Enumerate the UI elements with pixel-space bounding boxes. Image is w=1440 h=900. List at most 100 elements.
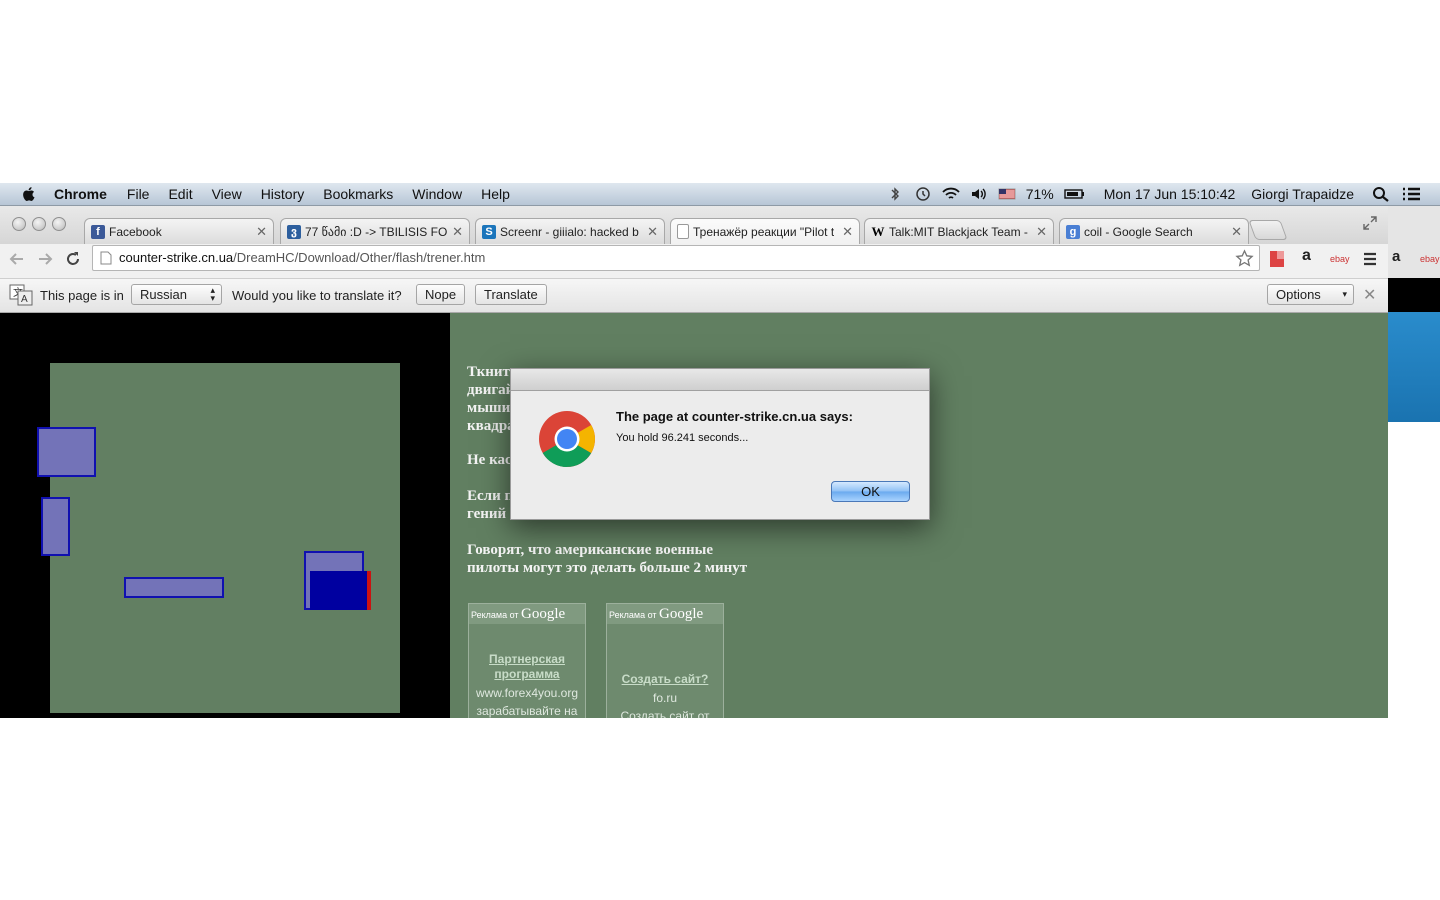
tab-title: Тренажёр реакции "Pilot t [693, 224, 835, 239]
dialog-message: You hold 96.241 seconds... [616, 432, 749, 444]
menu-app-chrome[interactable]: Chrome [54, 186, 107, 202]
options-label: Options [1276, 287, 1321, 302]
forward-arrow-icon[interactable] [36, 250, 54, 268]
google-logo: Google [659, 606, 704, 622]
ad-link[interactable]: Партнерская программа [469, 652, 585, 682]
instructions-line: мыши [467, 400, 511, 416]
translate-icon: 文A [9, 284, 33, 306]
menu-file[interactable]: File [127, 186, 150, 202]
player-square[interactable] [310, 571, 371, 610]
instructions-line: Если п [467, 488, 514, 504]
google-ad-block[interactable]: Реклама от Google Создать сайт? fo.ru Со… [606, 603, 724, 718]
ad-text: зарабатывайте на [476, 704, 578, 718]
close-icon[interactable]: ✕ [1036, 224, 1047, 240]
page-icon [677, 224, 689, 239]
us-flag-icon[interactable] [998, 186, 1016, 202]
battery-icon[interactable] [1064, 186, 1086, 202]
translate-button[interactable]: Translate [475, 284, 547, 305]
menu-history[interactable]: History [261, 186, 305, 202]
dialog-titlebar [511, 369, 929, 391]
svg-text:A: A [21, 294, 28, 305]
ad-header: Реклама от Google [607, 604, 723, 624]
minimize-window-button[interactable] [32, 217, 46, 231]
reload-icon[interactable] [64, 250, 82, 268]
tab-title: coil - Google Search [1084, 224, 1193, 239]
menu-edit[interactable]: Edit [168, 186, 192, 202]
spotlight-search-icon[interactable] [1372, 186, 1390, 202]
wikipedia-icon: W [871, 223, 885, 239]
language-select-value: Russian [140, 287, 187, 302]
close-icon[interactable]: ✕ [256, 224, 267, 240]
instructions-line: пилоты могут это делать больше 2 минут [467, 560, 748, 576]
time-machine-icon[interactable] [914, 186, 932, 202]
close-icon[interactable]: ✕ [1231, 224, 1242, 240]
ad-url[interactable]: www.forex4you.org [469, 686, 585, 700]
back-arrow-icon[interactable] [8, 250, 26, 268]
amazon-extension-icon[interactable]: a [1302, 247, 1311, 265]
ebay-extension-icon[interactable]: ebay [1330, 254, 1350, 264]
ad-url[interactable]: fo.ru [607, 691, 723, 705]
instructions-line: гений [467, 506, 507, 522]
nope-button[interactable]: Nope [416, 284, 466, 305]
menu-hamburger-icon[interactable] [1362, 251, 1378, 267]
chevron-down-icon: ▾ [1342, 289, 1347, 299]
tab-screenr[interactable]: S Screenr - giiialo: hacked b ✕ [475, 218, 665, 244]
language-select[interactable]: Russian ▴ ▾ [131, 284, 222, 305]
translate-prefix: This page is in [40, 288, 124, 303]
google-ad-block[interactable]: Реклама от Google Партнерская программа … [468, 603, 586, 718]
background-window-dark-strip [1388, 278, 1440, 312]
google-logo: Google [521, 606, 566, 622]
ad-text: Создать сайт от [620, 709, 710, 718]
zoom-window-button[interactable] [52, 217, 66, 231]
instructions-line: Не кас [467, 452, 512, 468]
site-icon: ვ [287, 224, 301, 239]
close-window-button[interactable] [12, 217, 26, 231]
tab-title: Facebook [109, 224, 162, 239]
macos-menu-bar: Chrome File Edit View History Bookmarks … [0, 183, 1440, 206]
url-host: counter-strike.cn.ua [119, 250, 234, 265]
extension-bookmark-icon[interactable] [1268, 249, 1286, 269]
user-name[interactable]: Giorgi Trapaidze [1251, 186, 1354, 202]
url-text[interactable]: counter-strike.cn.ua/DreamHC/Download/Ot… [119, 250, 485, 265]
updown-chevron-icon: ▴ ▾ [210, 285, 215, 303]
star-bookmark-icon[interactable] [1235, 249, 1254, 268]
tab-tbilisis[interactable]: ვ 77 წამი :D -> TBILISIS FOR ✕ [280, 218, 470, 244]
tab-wikipedia[interactable]: W Talk:MIT Blackjack Team - ✕ [864, 218, 1054, 244]
notification-center-icon[interactable] [1400, 186, 1422, 202]
menu-view[interactable]: View [212, 186, 242, 202]
bluetooth-icon[interactable] [886, 186, 904, 202]
fullscreen-icon[interactable] [1362, 215, 1378, 231]
close-icon[interactable]: ✕ [842, 224, 853, 240]
new-tab-button[interactable] [1248, 220, 1288, 240]
tab-facebook[interactable]: f Facebook ✕ [84, 218, 274, 244]
close-infobar-icon[interactable]: ✕ [1363, 285, 1376, 305]
wifi-icon[interactable] [942, 186, 960, 202]
menu-bookmarks[interactable]: Bookmarks [323, 186, 393, 202]
ok-button[interactable]: OK [831, 481, 910, 502]
tab-trener[interactable]: Тренажёр реакции "Pilot t ✕ [670, 218, 860, 244]
clock[interactable]: Mon 17 Jun 15:10:42 [1104, 186, 1236, 202]
translate-infobar: 文A This page is in Russian ▴▾ Would you … [0, 279, 1388, 313]
enemy-block [124, 577, 224, 598]
instructions-line: Ткнит [467, 364, 510, 380]
ebay-icon[interactable]: ebay [1420, 254, 1440, 264]
battery-percent: 71% [1025, 186, 1054, 202]
chrome-logo-icon [539, 411, 595, 467]
tab-google[interactable]: g coil - Google Search ✕ [1059, 218, 1249, 244]
options-button[interactable]: Options ▾ [1267, 284, 1354, 305]
game-arena[interactable] [37, 363, 400, 713]
enemy-block [37, 427, 96, 477]
amazon-icon[interactable]: a [1392, 248, 1400, 265]
ad-header: Реклама от Google [469, 604, 585, 624]
close-icon[interactable]: ✕ [452, 224, 463, 240]
status-area: 71% Mon 17 Jun 15:10:42 Giorgi Trapaidze [886, 183, 1422, 205]
instructions-line: квадра [467, 418, 515, 434]
apple-icon[interactable] [20, 185, 38, 203]
ad-link[interactable]: Создать сайт? [607, 672, 723, 687]
volume-icon[interactable] [970, 186, 988, 202]
tab-strip: f Facebook ✕ ვ 77 წამი :D -> TBILISIS FO… [0, 206, 1388, 244]
menu-help[interactable]: Help [481, 186, 510, 202]
close-icon[interactable]: ✕ [647, 224, 658, 240]
menu-window[interactable]: Window [412, 186, 462, 202]
facebook-icon: f [91, 224, 105, 239]
